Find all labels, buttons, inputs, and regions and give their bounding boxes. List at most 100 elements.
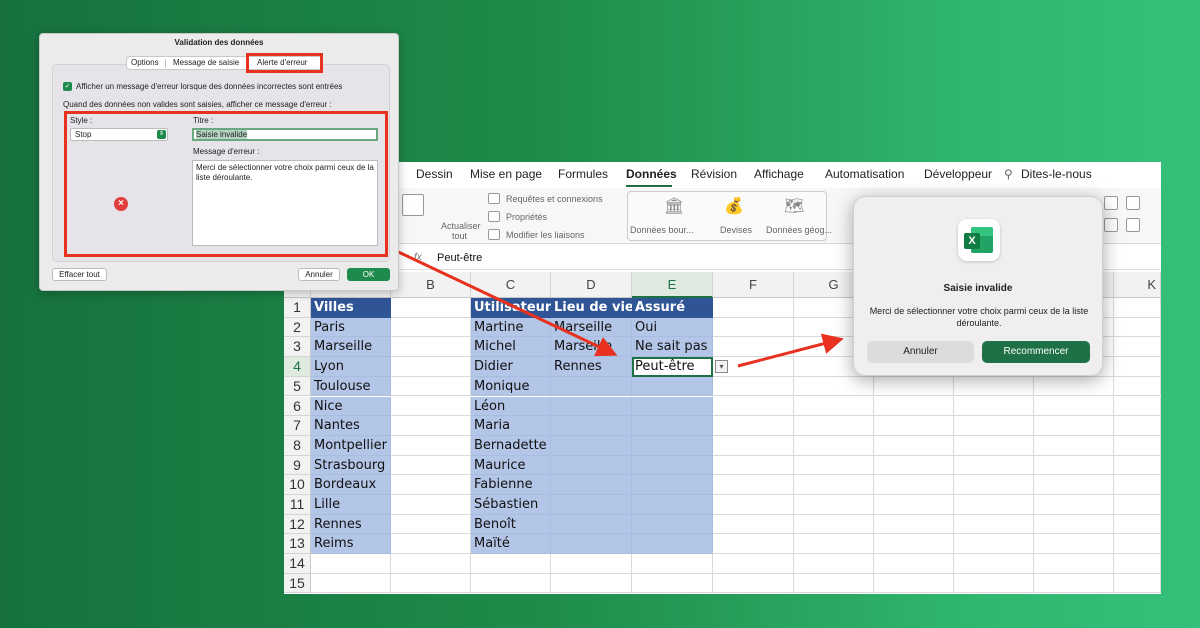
cell-j11[interactable] (1034, 495, 1114, 515)
cell-b1[interactable] (391, 298, 471, 318)
cell-d4[interactable]: Rennes (551, 357, 632, 377)
cell-j12[interactable] (1034, 514, 1114, 535)
cell-b15[interactable] (391, 573, 471, 594)
cell-a5[interactable]: Toulouse (311, 376, 391, 397)
cell-a13[interactable]: Reims (311, 534, 391, 555)
cell-b12[interactable] (391, 514, 471, 535)
queries-connections-button[interactable]: Requêtes et connexions (506, 194, 603, 204)
cell-d9[interactable] (551, 455, 632, 476)
column-header-k[interactable]: K (1114, 272, 1161, 298)
cell-e12[interactable] (632, 514, 713, 535)
cell-k10[interactable] (1114, 475, 1161, 495)
cell-i6[interactable] (954, 396, 1034, 417)
cell-a15[interactable] (311, 573, 391, 594)
cell-c11[interactable]: Sébastien (471, 495, 551, 515)
cell-i15[interactable] (954, 573, 1034, 594)
cell-h14[interactable] (874, 554, 954, 574)
cell-k8[interactable] (1114, 435, 1161, 456)
fx-icon[interactable]: fx (414, 252, 422, 263)
cell-h15[interactable] (874, 573, 954, 594)
cell-g9[interactable] (794, 455, 874, 476)
cell-f11[interactable] (713, 495, 794, 515)
cell-h12[interactable] (874, 514, 954, 535)
retry-button[interactable]: Recommencer (982, 341, 1090, 363)
cell-g12[interactable] (794, 514, 874, 535)
cell-k13[interactable] (1114, 534, 1161, 555)
cell-c12[interactable]: Benoît (471, 514, 551, 535)
cell-h5[interactable] (874, 376, 954, 397)
sort-icon[interactable] (1104, 196, 1118, 210)
cell-j6[interactable] (1034, 396, 1114, 417)
cell-k12[interactable] (1114, 514, 1161, 535)
cell-d13[interactable] (551, 534, 632, 555)
alert-cancel-button[interactable]: Annuler (867, 341, 974, 363)
cell-b11[interactable] (391, 495, 471, 515)
cell-h8[interactable] (874, 435, 954, 456)
cell-a14[interactable] (311, 554, 391, 574)
cell-d11[interactable] (551, 495, 632, 515)
column-header-d[interactable]: D (551, 272, 632, 298)
cell-a6[interactable]: Nice (311, 396, 391, 417)
cell-j8[interactable] (1034, 435, 1114, 456)
properties-button[interactable]: Propriétés (506, 212, 547, 222)
column-header-c[interactable]: C (471, 272, 551, 298)
tab-revision[interactable]: Révision (691, 167, 737, 181)
cell-e7[interactable] (632, 416, 713, 436)
cell-d14[interactable] (551, 554, 632, 574)
cell-c4[interactable]: Didier (471, 357, 551, 377)
cell-d7[interactable] (551, 416, 632, 436)
cell-c9[interactable]: Maurice (471, 455, 551, 476)
cell-c7[interactable]: Maria (471, 416, 551, 436)
row-header[interactable]: 2 (284, 317, 311, 338)
tab-options[interactable]: Options (131, 58, 159, 67)
cell-a9[interactable]: Strasbourg (311, 455, 391, 476)
cell-d15[interactable] (551, 573, 632, 594)
cell-f10[interactable] (713, 475, 794, 495)
cell-i11[interactable] (954, 495, 1034, 515)
cell-g13[interactable] (794, 534, 874, 555)
cell-d2[interactable]: Marseille (551, 317, 632, 338)
ok-button[interactable]: OK (347, 268, 390, 281)
text-to-columns-icon[interactable] (1104, 218, 1118, 232)
cell-i5[interactable] (954, 376, 1034, 397)
cell-j10[interactable] (1034, 475, 1114, 495)
cell-b2[interactable] (391, 317, 471, 338)
cell-f6[interactable] (713, 396, 794, 417)
clear-all-button[interactable]: Effacer tout (52, 268, 107, 281)
cell-c14[interactable] (471, 554, 551, 574)
cell-f15[interactable] (713, 573, 794, 594)
cell-k4[interactable] (1114, 357, 1161, 377)
row-header[interactable]: 6 (284, 396, 311, 417)
cell-h13[interactable] (874, 534, 954, 555)
cell-c6[interactable]: Léon (471, 396, 551, 417)
cell-g15[interactable] (794, 573, 874, 594)
cell-f5[interactable] (713, 376, 794, 397)
cell-d12[interactable] (551, 514, 632, 535)
cell-e8[interactable] (632, 435, 713, 456)
cell-f1[interactable] (713, 298, 794, 318)
cell-a8[interactable]: Montpellier (311, 435, 391, 456)
column-header-e[interactable]: E (632, 272, 713, 298)
row-header[interactable]: 3 (284, 337, 311, 358)
geography-button[interactable]: Données géog... (766, 225, 832, 235)
row-header[interactable]: 8 (284, 435, 311, 456)
cell-e14[interactable] (632, 554, 713, 574)
cell-h9[interactable] (874, 455, 954, 476)
cell-a11[interactable]: Lille (311, 495, 391, 515)
tell-me-search[interactable]: Dites-le-nous (1021, 167, 1092, 181)
cell-f9[interactable] (713, 455, 794, 476)
cell-f3[interactable] (713, 337, 794, 358)
cell-h7[interactable] (874, 416, 954, 436)
cell-k15[interactable] (1114, 573, 1161, 594)
cell-b14[interactable] (391, 554, 471, 574)
column-header-b[interactable]: B (391, 272, 471, 298)
row-header[interactable]: 9 (284, 455, 311, 476)
cell-k5[interactable] (1114, 376, 1161, 397)
cell-j14[interactable] (1034, 554, 1114, 574)
cell-k2[interactable] (1114, 317, 1161, 338)
cell-e1[interactable]: Assuré (632, 298, 713, 318)
cell-k6[interactable] (1114, 396, 1161, 417)
cell-e5[interactable] (632, 376, 713, 397)
cell-a7[interactable]: Nantes (311, 416, 391, 436)
cell-a4[interactable]: Lyon (311, 357, 391, 377)
